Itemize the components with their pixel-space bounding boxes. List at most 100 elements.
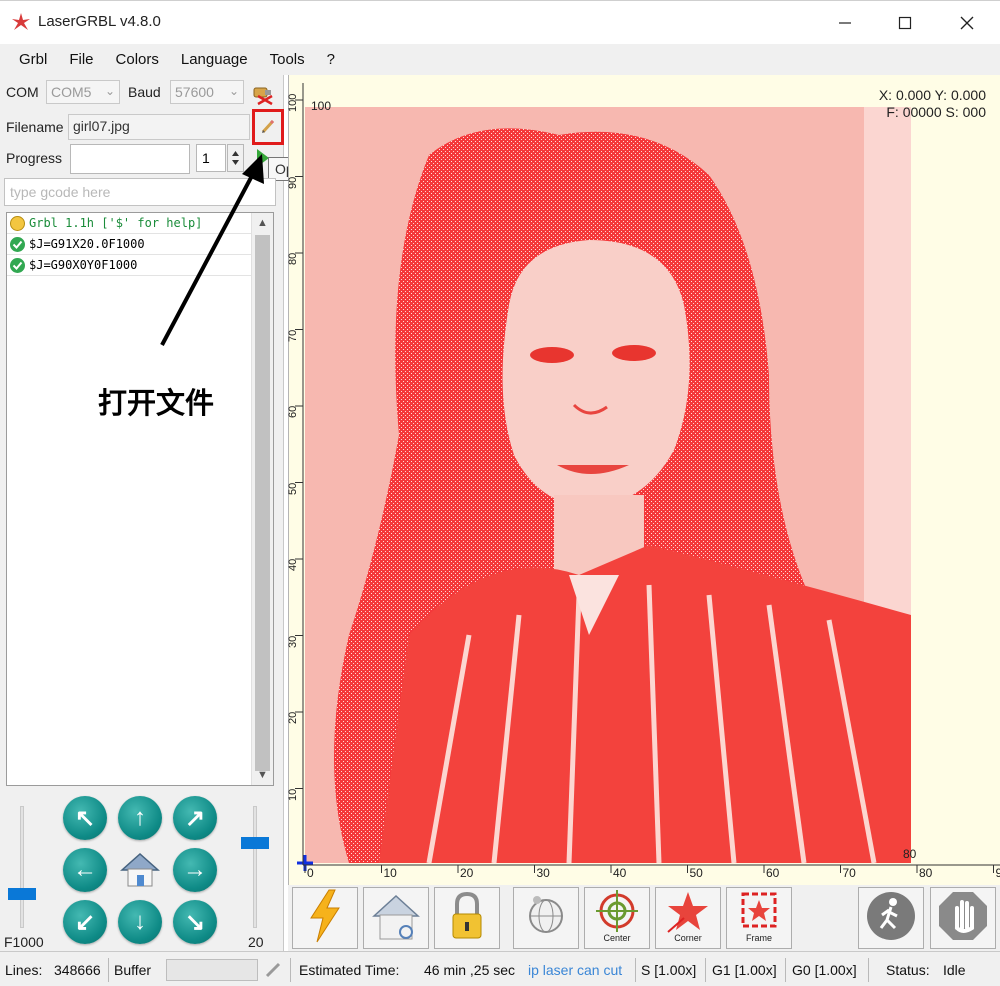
speed-slider-thumb[interactable] bbox=[8, 888, 36, 900]
maximize-button[interactable] bbox=[882, 7, 928, 39]
menu-bar: Grbl File Colors Language Tools ? bbox=[0, 44, 1000, 75]
corner-button[interactable]: Corner bbox=[655, 887, 721, 949]
buffer-label: Buffer bbox=[114, 962, 152, 978]
speed-slider-track[interactable] bbox=[20, 806, 24, 928]
menu-grbl[interactable]: Grbl bbox=[8, 51, 58, 68]
y-ruler-label: 20 bbox=[287, 711, 299, 724]
jog-down-left-button[interactable]: ↙ bbox=[63, 900, 107, 944]
x-ruler-label: 40 bbox=[613, 866, 627, 880]
padlock-icon bbox=[452, 891, 482, 939]
center-button[interactable]: Center bbox=[584, 887, 650, 949]
status-label: Status: bbox=[886, 962, 930, 978]
filename-value: girl07.jpg bbox=[73, 118, 130, 134]
home-machine-button[interactable] bbox=[363, 887, 429, 949]
com-port-select[interactable]: COM5 ⌄ bbox=[46, 80, 120, 104]
arrow-up-left-icon: ↖ bbox=[74, 804, 96, 832]
s-override[interactable]: S [1.00x] bbox=[641, 962, 696, 978]
position-xy: X: 0.000 Y: 0.000 bbox=[878, 87, 986, 103]
menu-tools[interactable]: Tools bbox=[259, 51, 316, 68]
y-ruler-label: 90 bbox=[287, 176, 299, 189]
corner-label: Corner bbox=[674, 933, 702, 943]
step-slider-track[interactable] bbox=[253, 806, 257, 928]
resume-button[interactable] bbox=[858, 887, 924, 949]
baud-rate-value: 57600 bbox=[175, 84, 214, 100]
log-text: $J=G91X20.0F1000 bbox=[29, 237, 145, 251]
lines-label: Lines: bbox=[5, 962, 43, 978]
laser-warning-text[interactable]: ip laser can cut bbox=[528, 962, 622, 978]
jog-left-button[interactable]: ← bbox=[63, 848, 107, 892]
scroll-down-icon[interactable]: ▼ bbox=[257, 769, 268, 781]
brush-icon[interactable] bbox=[264, 961, 282, 979]
g0-override[interactable]: G0 [1.00x] bbox=[792, 962, 857, 978]
maximize-icon bbox=[898, 16, 912, 30]
x-ruler-label: 10 bbox=[383, 866, 397, 880]
jog-right-button[interactable]: → bbox=[173, 848, 217, 892]
arrow-left-icon: ← bbox=[73, 856, 97, 883]
app-laser-icon bbox=[12, 13, 30, 30]
y-ruler-label: 50 bbox=[287, 482, 299, 495]
arrow-down-icon: ↓ bbox=[134, 908, 146, 935]
action-toolbar: Center Corner Frame bbox=[288, 885, 1000, 951]
annotation-arrow bbox=[160, 154, 264, 346]
x-ruler-label: 30 bbox=[536, 866, 550, 880]
minimize-button[interactable] bbox=[822, 7, 868, 39]
status-separator bbox=[785, 958, 786, 982]
frame-icon bbox=[741, 892, 777, 928]
jog-down-right-button[interactable]: ↘ bbox=[173, 900, 217, 944]
baud-rate-select[interactable]: 57600 ⌄ bbox=[170, 80, 244, 104]
globe-icon bbox=[529, 896, 563, 933]
walking-person-icon bbox=[867, 892, 915, 940]
menu-colors[interactable]: Colors bbox=[105, 51, 170, 68]
chevron-down-icon: ⌄ bbox=[228, 84, 239, 98]
filename-field: girl07.jpg bbox=[68, 114, 250, 140]
check-icon bbox=[10, 237, 25, 252]
crosshair-icon bbox=[596, 890, 638, 932]
stop-hand-icon bbox=[939, 892, 987, 940]
status-value: Idle bbox=[943, 962, 966, 978]
arrow-up-icon: ↑ bbox=[134, 804, 146, 831]
jog-up-left-button[interactable]: ↖ bbox=[63, 796, 107, 840]
jog-down-button[interactable]: ↓ bbox=[118, 900, 162, 944]
connect-icon[interactable] bbox=[250, 80, 276, 106]
arrow-down-right-icon: ↘ bbox=[184, 908, 206, 936]
open-file-icon[interactable] bbox=[258, 116, 278, 136]
x-ruler-label: 20 bbox=[460, 866, 474, 880]
status-separator bbox=[108, 958, 109, 982]
menu-language[interactable]: Language bbox=[170, 51, 259, 68]
globe-button[interactable] bbox=[513, 887, 579, 949]
title-bar: LaserGRBL v4.8.0 bbox=[0, 0, 1000, 44]
status-bar: Lines: 348666 Buffer Estimated Time: 46 … bbox=[0, 951, 1000, 986]
menu-help[interactable]: ? bbox=[316, 51, 346, 68]
position-fs: F: 00000 S: 000 bbox=[886, 104, 986, 120]
laser-fire-button[interactable] bbox=[292, 887, 358, 949]
close-icon bbox=[960, 16, 974, 30]
status-separator bbox=[635, 958, 636, 982]
preview-canvas[interactable]: X: 0.000 Y: 0.000 F: 00000 S: 000 100 80… bbox=[287, 75, 1000, 885]
g1-override[interactable]: G1 [1.00x] bbox=[712, 962, 777, 978]
estimated-time-value: 46 min ,25 sec bbox=[424, 962, 516, 978]
step-slider-thumb[interactable] bbox=[241, 837, 269, 849]
lightning-icon bbox=[310, 889, 340, 943]
unlock-button[interactable] bbox=[434, 887, 500, 949]
arrow-down-left-icon: ↙ bbox=[74, 908, 96, 936]
x-ruler-label: 70 bbox=[842, 866, 856, 880]
progress-label: Progress bbox=[6, 150, 63, 166]
lines-value: 348666 bbox=[54, 962, 101, 978]
y-ruler-label: 70 bbox=[287, 329, 299, 342]
position-readout: X: 0.000 Y: 0.000 F: 00000 S: 000 bbox=[879, 87, 986, 121]
stop-button[interactable] bbox=[930, 887, 996, 949]
speed-label: F1000 bbox=[4, 934, 44, 950]
step-label: 20 bbox=[248, 934, 264, 950]
chevron-down-icon: ⌄ bbox=[104, 84, 115, 98]
home-icon[interactable] bbox=[118, 848, 162, 892]
y-ruler-label: 100 bbox=[287, 93, 299, 112]
x-ruler-label: 90 bbox=[995, 866, 1000, 880]
frame-button[interactable]: Frame bbox=[726, 887, 792, 949]
menu-file[interactable]: File bbox=[58, 51, 104, 68]
jog-up-button[interactable]: ↑ bbox=[118, 796, 162, 840]
corner-star-icon bbox=[667, 892, 708, 933]
jog-up-right-button[interactable]: ↗ bbox=[173, 796, 217, 840]
engraving-preview bbox=[295, 83, 1000, 873]
x-ruler-label: 50 bbox=[689, 866, 703, 880]
close-button[interactable] bbox=[944, 7, 990, 39]
